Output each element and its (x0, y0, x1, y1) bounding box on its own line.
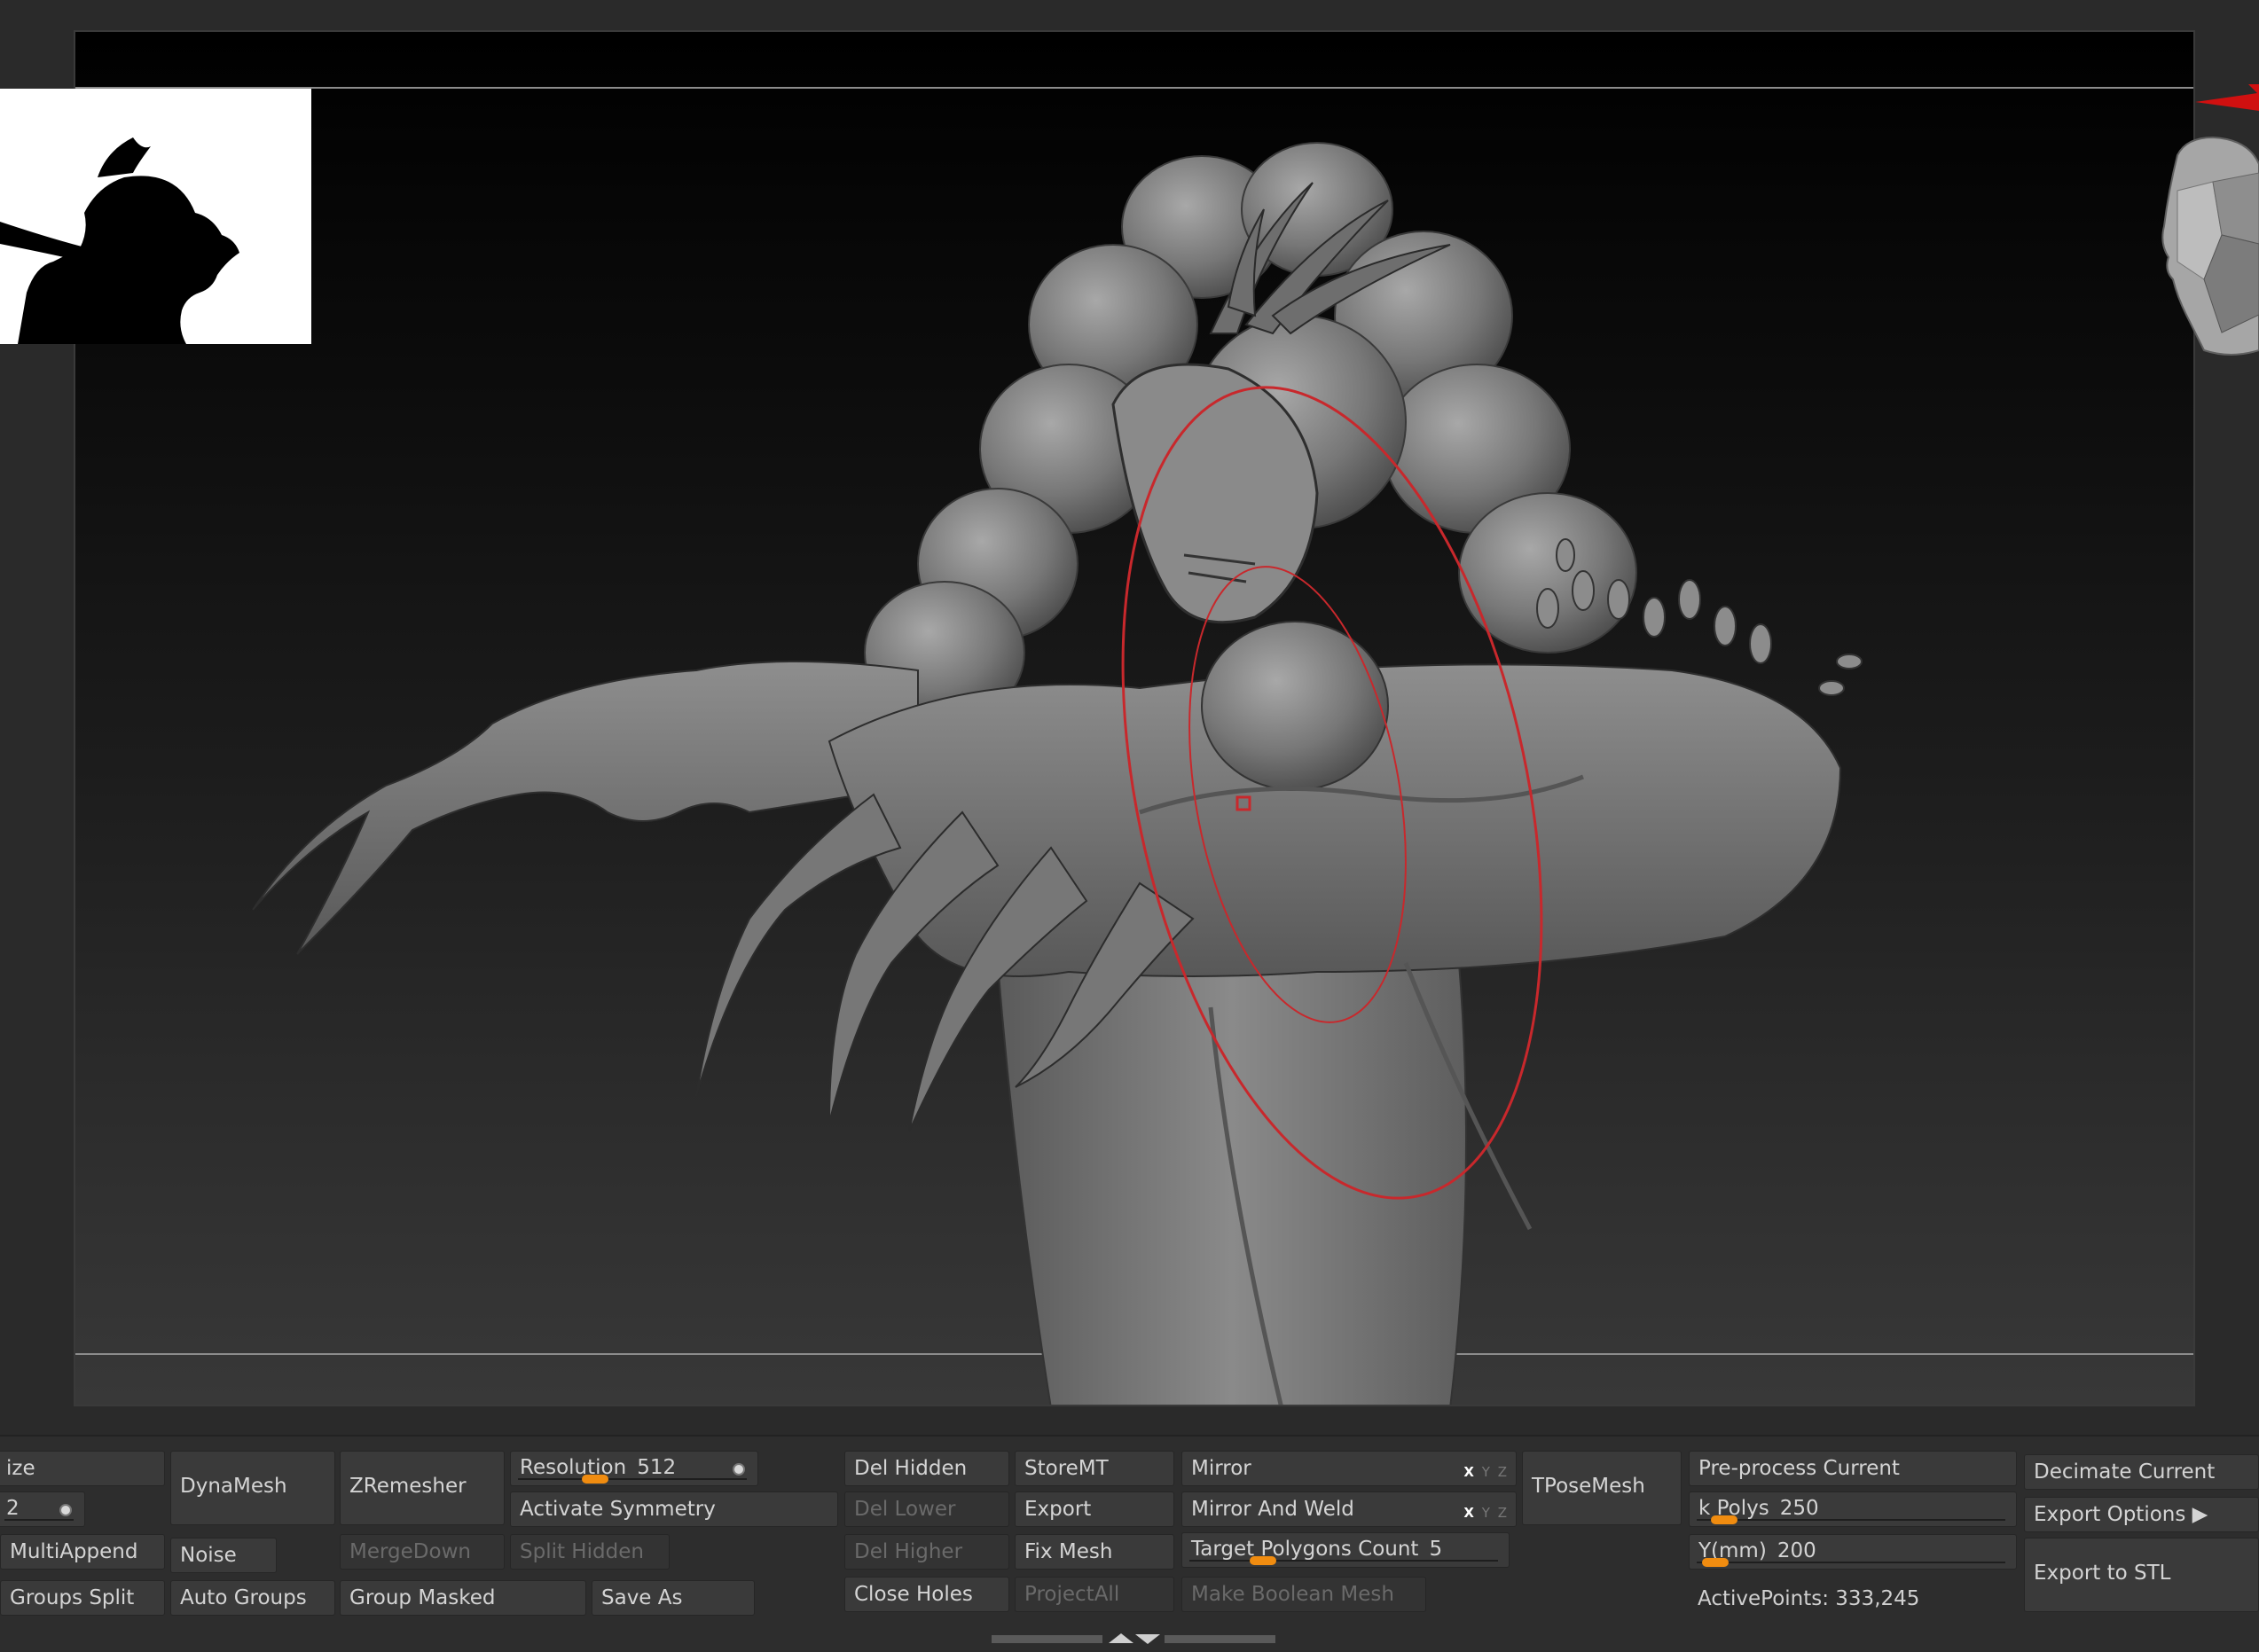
noise-button[interactable]: Noise (170, 1538, 277, 1573)
resolution-knob[interactable] (582, 1475, 608, 1484)
split-hidden-button[interactable]: Split Hidden (510, 1534, 670, 1570)
model-left-arm (252, 661, 919, 955)
xyz-axis-toggle[interactable]: X Y Z (1463, 1496, 1509, 1526)
size-label: ize (6, 1457, 35, 1480)
del-lower-button[interactable]: Del Lower (844, 1491, 1009, 1527)
active-points-readout: ActivePoints: 333,245 (1698, 1587, 1920, 1610)
tray-toggle-grip[interactable] (992, 1632, 1275, 1646)
xyz-axis-toggle[interactable]: X Y Z (1463, 1455, 1509, 1485)
export-options-button[interactable]: Export Options ▶ (2024, 1497, 2259, 1532)
resolution-slider[interactable]: Resolution 512 (510, 1451, 758, 1486)
tool-panel: ize 2 MultiAppend Groups Split DynaMesh … (0, 1435, 2259, 1652)
export-to-stl-button[interactable]: Export to STL (2024, 1538, 2259, 1612)
dynamesh-button[interactable]: DynaMesh (170, 1451, 335, 1525)
preprocess-current-button[interactable]: Pre-process Current (1689, 1451, 2017, 1486)
sculpt-model[interactable] (75, 32, 2195, 1406)
axis-arrow-icon (2195, 84, 2259, 111)
size-button[interactable]: ize (0, 1451, 165, 1486)
activate-symmetry-button[interactable]: Activate Symmetry (510, 1491, 838, 1527)
model-shoulder-bulb (1201, 621, 1389, 791)
auto-groups-button[interactable]: Auto Groups (170, 1580, 335, 1616)
zbrush-window: ize 2 MultiAppend Groups Split DynaMesh … (0, 0, 2259, 1652)
close-holes-button[interactable]: Close Holes (844, 1577, 1009, 1612)
k-polys-value: 250 (1779, 1497, 1819, 1520)
y-mm-knob[interactable] (1702, 1558, 1729, 1567)
document-canvas[interactable] (74, 30, 2195, 1406)
silhouette-figure-icon (0, 137, 239, 344)
target-polygons-knob[interactable] (1250, 1556, 1276, 1565)
export-button[interactable]: Export (1015, 1491, 1174, 1527)
resolution-value: 512 (637, 1456, 677, 1479)
silhouette-thumbnail[interactable] (0, 89, 311, 344)
mirror-button[interactable]: Mirror X Y Z (1181, 1451, 1517, 1486)
decimate-current-button[interactable]: Decimate Current (2024, 1454, 2259, 1490)
target-polygons-slider[interactable]: Target Polygons Count 5 (1181, 1532, 1510, 1568)
fix-mesh-button[interactable]: Fix Mesh (1015, 1534, 1174, 1570)
target-polygons-value: 5 (1429, 1538, 1443, 1561)
size-value: 2 (6, 1497, 20, 1520)
y-mm-slider[interactable]: Y(mm) 200 (1689, 1534, 2017, 1570)
size-slider[interactable]: 2 (0, 1491, 85, 1527)
del-hidden-button[interactable]: Del Hidden (844, 1451, 1009, 1486)
tposemesh-button[interactable]: TPoseMesh (1522, 1451, 1682, 1525)
storemt-button[interactable]: StoreMT (1015, 1451, 1174, 1486)
k-polys-knob[interactable] (1711, 1515, 1737, 1524)
arrow-up-icon (1109, 1633, 1133, 1643)
save-as-button[interactable]: Save As (592, 1580, 755, 1616)
arrow-down-icon (1135, 1634, 1160, 1644)
make-boolean-mesh-button[interactable]: Make Boolean Mesh (1181, 1577, 1426, 1612)
projectall-button[interactable]: ProjectAll (1015, 1577, 1174, 1612)
slider-dot-icon (733, 1463, 745, 1476)
group-masked-button[interactable]: Group Masked (340, 1580, 586, 1616)
zremesher-button[interactable]: ZRemesher (340, 1451, 505, 1525)
multiappend-button[interactable]: MultiAppend (0, 1534, 165, 1570)
mergedown-button[interactable]: MergeDown (340, 1534, 505, 1570)
groups-split-button[interactable]: Groups Split (0, 1580, 165, 1616)
k-polys-slider[interactable]: k Polys 250 (1689, 1491, 2017, 1527)
mirror-and-weld-button[interactable]: Mirror And Weld X Y Z (1181, 1491, 1517, 1527)
y-mm-value: 200 (1777, 1539, 1816, 1562)
slider-dot-icon (59, 1504, 72, 1516)
navigation-head-gizmo[interactable] (2124, 84, 2259, 368)
del-higher-button[interactable]: Del Higher (844, 1534, 1009, 1570)
